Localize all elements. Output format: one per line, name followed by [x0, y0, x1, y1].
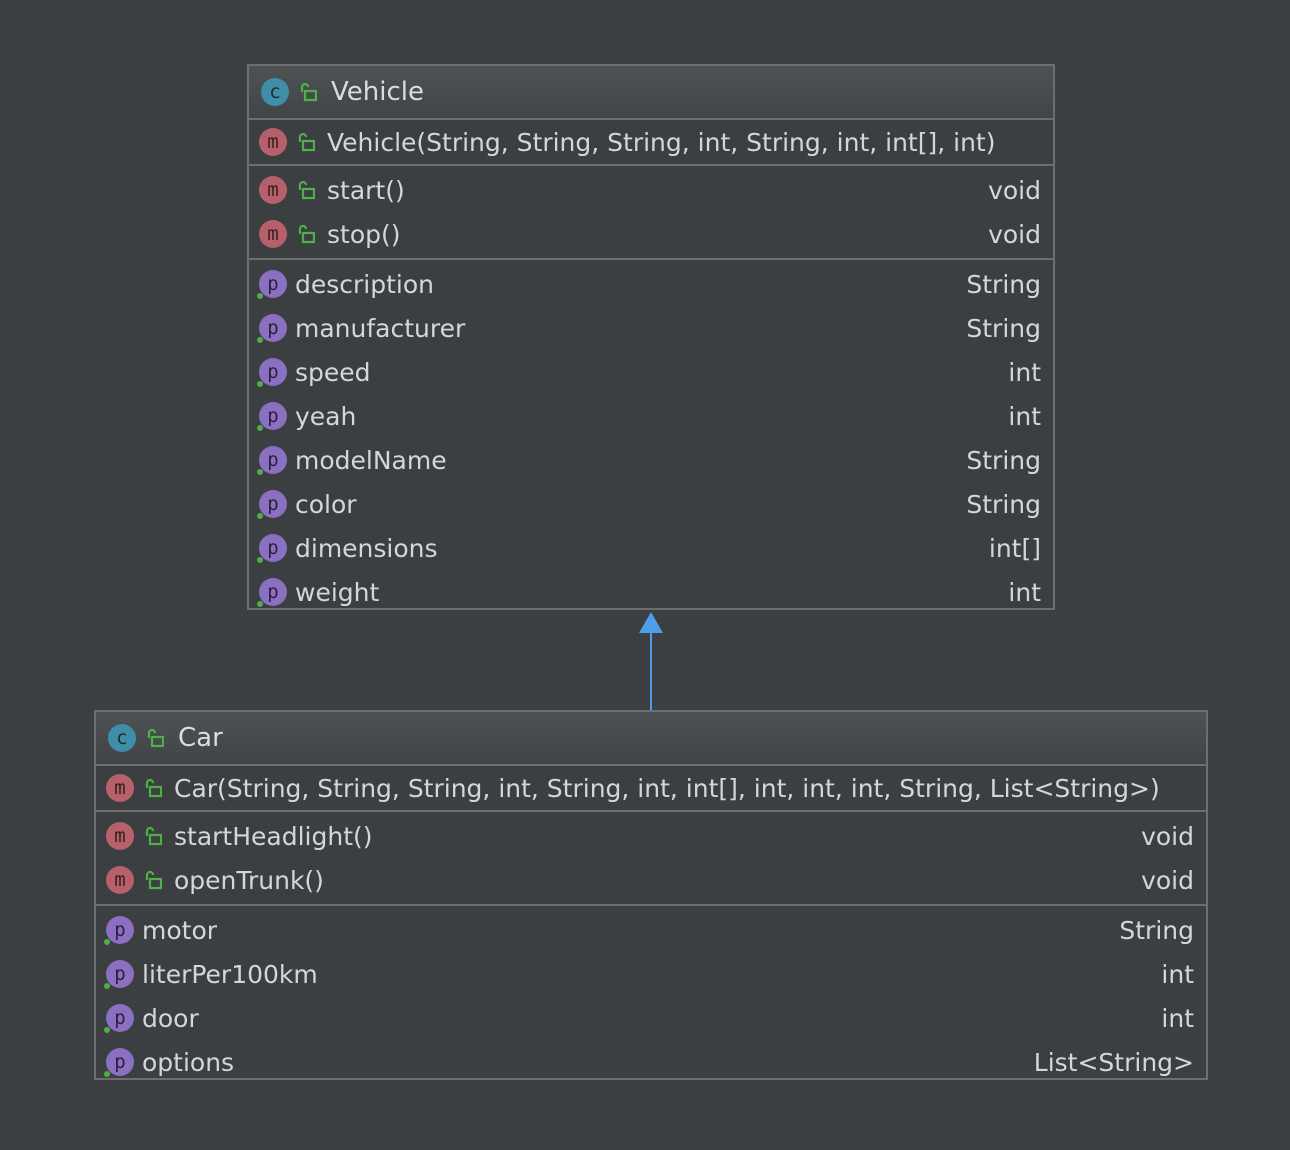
field-row[interactable]: p speed int [249, 350, 1053, 394]
field-type: String [966, 269, 1041, 299]
constructor-row[interactable]: m Vehicle(String, String, String, int, S… [249, 120, 1053, 164]
constructor-signature: Car(String, String, String, int, String,… [174, 773, 1160, 803]
field-row[interactable]: p color String [249, 482, 1053, 526]
class-header[interactable]: c Car [96, 712, 1206, 766]
field-row[interactable]: p description String [249, 262, 1053, 306]
unlocked-icon [297, 80, 319, 104]
field-type: String [1119, 915, 1194, 945]
field-type: int [1008, 577, 1041, 607]
fields-section: p motor String p literPer100km int p doo… [96, 906, 1206, 1084]
property-icon: p [104, 1048, 134, 1077]
field-row[interactable]: p options List<String> [96, 1040, 1206, 1084]
unlocked-icon [144, 726, 166, 750]
methods-section: m startHeadlight() void m openTrunk() vo… [96, 812, 1206, 906]
class-node-vehicle[interactable]: c Vehicle m Vehicle(String, String, Stri… [247, 64, 1055, 610]
property-icon: p [257, 490, 287, 519]
unlocked-icon [142, 824, 164, 848]
method-icon: m [259, 128, 287, 156]
field-type: int [1008, 357, 1041, 387]
field-name: literPer100km [142, 959, 318, 989]
field-name: modelName [295, 445, 447, 475]
class-name: Vehicle [331, 77, 424, 107]
field-type: String [966, 445, 1041, 475]
field-row[interactable]: p motor String [96, 908, 1206, 952]
method-name: openTrunk() [174, 865, 324, 895]
fields-section: p description String p manufacturer Stri… [249, 260, 1053, 614]
method-name: startHeadlight() [174, 821, 373, 851]
unlocked-icon [295, 222, 317, 246]
unlocked-icon [142, 868, 164, 892]
field-row[interactable]: p dimensions int[] [249, 526, 1053, 570]
property-icon: p [257, 358, 287, 387]
method-return-type: void [988, 175, 1041, 205]
method-icon: m [106, 822, 134, 850]
property-icon: p [257, 578, 287, 607]
method-icon: m [259, 176, 287, 204]
property-icon: p [104, 1004, 134, 1033]
field-type: int [1161, 959, 1194, 989]
field-name: description [295, 269, 435, 299]
class-node-car[interactable]: c Car m Car(String, String, String, int,… [94, 710, 1208, 1080]
field-type: String [966, 489, 1041, 519]
property-icon: p [257, 402, 287, 431]
field-name: color [295, 489, 357, 519]
field-row[interactable]: p literPer100km int [96, 952, 1206, 996]
property-icon: p [104, 960, 134, 989]
constructor-row[interactable]: m Car(String, String, String, int, Strin… [96, 766, 1206, 810]
field-name: speed [295, 357, 371, 387]
method-return-type: void [1141, 821, 1194, 851]
field-name: weight [295, 577, 380, 607]
method-return-type: void [988, 219, 1041, 249]
method-name: start() [327, 175, 405, 205]
constructor-signature: Vehicle(String, String, String, int, Str… [327, 127, 996, 157]
unlocked-icon [295, 130, 317, 154]
field-type: int[] [988, 533, 1041, 563]
method-name: stop() [327, 219, 401, 249]
property-icon: p [257, 534, 287, 563]
field-name: dimensions [295, 533, 438, 563]
field-row[interactable]: p yeah int [249, 394, 1053, 438]
property-icon: p [257, 446, 287, 475]
field-type: int [1161, 1003, 1194, 1033]
field-name: door [142, 1003, 199, 1033]
unlocked-icon [295, 178, 317, 202]
field-row[interactable]: p weight int [249, 570, 1053, 614]
property-icon: p [257, 270, 287, 299]
constructor-section: m Vehicle(String, String, String, int, S… [249, 120, 1053, 166]
field-row[interactable]: p modelName String [249, 438, 1053, 482]
field-name: yeah [295, 401, 357, 431]
method-row[interactable]: m start() void [249, 168, 1053, 212]
method-icon: m [106, 866, 134, 894]
unlocked-icon [142, 776, 164, 800]
field-row[interactable]: p door int [96, 996, 1206, 1040]
class-header[interactable]: c Vehicle [249, 66, 1053, 120]
field-type: List<String> [1033, 1047, 1194, 1077]
class-icon: c [108, 724, 136, 752]
field-name: options [142, 1047, 235, 1077]
property-icon: p [104, 916, 134, 945]
method-return-type: void [1141, 865, 1194, 895]
field-name: manufacturer [295, 313, 466, 343]
field-name: motor [142, 915, 218, 945]
method-icon: m [259, 220, 287, 248]
method-row[interactable]: m stop() void [249, 212, 1053, 256]
method-row[interactable]: m openTrunk() void [96, 858, 1206, 902]
field-row[interactable]: p manufacturer String [249, 306, 1053, 350]
class-icon: c [261, 78, 289, 106]
methods-section: m start() void m stop() void [249, 166, 1053, 260]
constructor-section: m Car(String, String, String, int, Strin… [96, 766, 1206, 812]
property-icon: p [257, 314, 287, 343]
field-type: int [1008, 401, 1041, 431]
method-row[interactable]: m startHeadlight() void [96, 814, 1206, 858]
class-name: Car [178, 723, 223, 753]
field-type: String [966, 313, 1041, 343]
method-icon: m [106, 774, 134, 802]
